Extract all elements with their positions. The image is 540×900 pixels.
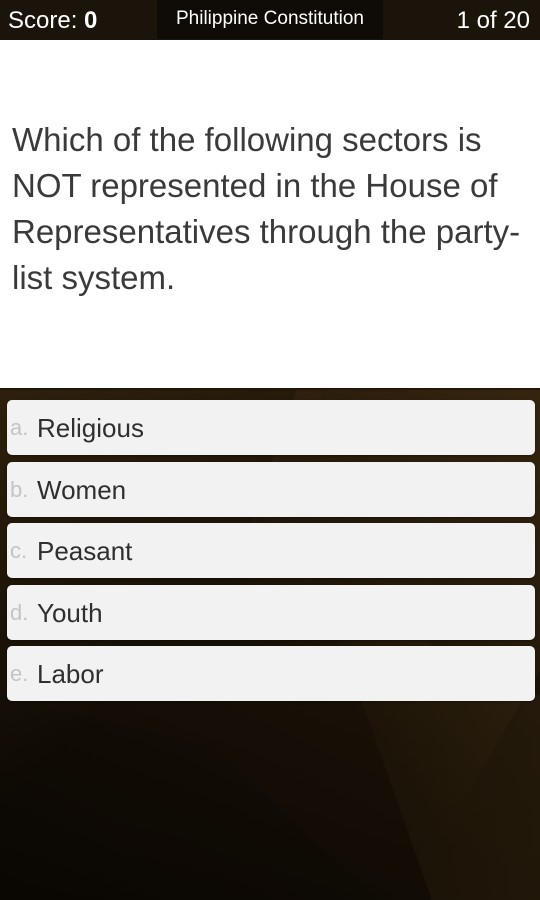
option-label: Women [37,474,127,505]
answer-option-d[interactable]: d. Youth [7,584,535,640]
answer-option-c[interactable]: c. Peasant [7,523,535,578]
answer-options: a. Religious b. Women c. Peasant d. Yout… [7,400,535,708]
option-label: Labor [37,659,104,689]
answer-option-b[interactable]: b. Women [7,461,535,517]
score-value: 0 [84,7,98,34]
score-label: Score: [8,7,78,34]
option-label: Religious [37,413,144,443]
question-text: Which of the following sectors is NOT re… [12,121,521,296]
answer-option-a[interactable]: a. Religious [7,400,535,455]
score-display: Score: 0 [8,7,97,35]
option-letter: a. [10,415,29,440]
option-letter: b. [10,476,29,502]
quiz-title: Philippine Constitution [157,0,383,39]
question-progress: 1 of 20 [456,7,530,34]
quiz-screen: Score: 0 Philippine Constitution 1 of 20… [0,0,540,900]
option-letter: e. [10,661,29,686]
top-bar: Score: 0 Philippine Constitution 1 of 20 [0,0,540,40]
option-label: Peasant [37,536,133,566]
question-card: Which of the following sectors is NOT re… [0,40,540,388]
option-letter: c. [10,538,28,563]
option-label: Youth [37,597,103,628]
answer-option-e[interactable]: e. Labor [7,646,535,701]
option-letter: d. [10,599,29,625]
